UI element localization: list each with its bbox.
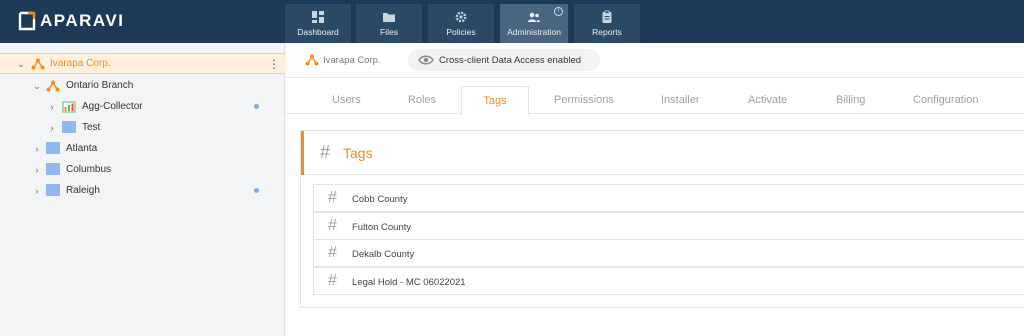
nav-label: Policies (446, 27, 476, 37)
tree-item-raleigh[interactable]: › Raleigh (0, 180, 285, 201)
tree-item-label: Raleigh (66, 185, 100, 196)
clipboard-icon (602, 10, 612, 23)
tag-name: Cobb County (352, 194, 408, 205)
chevron-down-icon[interactable]: ⌄ (16, 59, 26, 69)
eye-icon (418, 55, 434, 65)
kebab-icon[interactable]: ⋮ (268, 58, 280, 70)
cross-client-label: Cross-client Data Access enabled (439, 55, 582, 66)
tag-row[interactable]: # Fulton County (313, 212, 1024, 240)
hash-icon: # (328, 189, 337, 206)
tab-users[interactable]: Users (332, 94, 361, 106)
tree-item-label: Agg-Collector (82, 101, 143, 112)
status-dot (254, 104, 259, 109)
dashboard-icon (312, 11, 324, 23)
folder-icon (46, 163, 60, 175)
accent-bar (301, 131, 304, 175)
nav-label: Files (380, 27, 398, 37)
collector-icon (62, 101, 76, 112)
nav-files[interactable]: Files (356, 4, 422, 43)
tag-name: Dekalb County (352, 249, 415, 260)
hash-icon: # (328, 217, 337, 234)
client-header: Ivarapa Corp. Cross-client Data Access e… (286, 43, 1024, 78)
top-bar: APARAVI Dashboard Files Policies i Admin… (0, 0, 1024, 43)
tree-item-label: Ontario Branch (66, 80, 134, 91)
nav-label: Dashboard (297, 27, 339, 37)
tree-item-atlanta[interactable]: › Atlanta (0, 138, 285, 159)
tab-configuration[interactable]: Configuration (913, 94, 978, 106)
chevron-down-icon[interactable]: ⌄ (32, 81, 42, 91)
tag-name: Legal Hold - MC 06022021 (352, 277, 466, 288)
cross-client-access-badge[interactable]: Cross-client Data Access enabled (408, 49, 600, 71)
users-icon (528, 12, 540, 22)
tree-item-ivarapa-corp[interactable]: ⌄ Ivarapa Corp. ⋮ (0, 53, 285, 74)
aparavi-logo[interactable]: APARAVI (18, 10, 125, 32)
tag-row[interactable]: # Dekalb County (313, 239, 1024, 267)
tag-name: Fulton County (352, 222, 412, 233)
admin-tabs: Users Roles Tags Permissions Installer A… (286, 78, 1024, 115)
tab-tags[interactable]: Tags (461, 86, 529, 115)
gear-icon (455, 11, 467, 23)
tag-row[interactable]: # Cobb County (313, 184, 1024, 212)
tree-item-test[interactable]: › Test (0, 117, 285, 138)
tab-activate[interactable]: Activate (748, 94, 787, 106)
chevron-right-icon[interactable]: › (32, 165, 42, 175)
nav-label: Reports (592, 27, 622, 37)
nav-reports[interactable]: Reports (574, 4, 640, 43)
tags-panel-title: Tags (343, 145, 373, 161)
network-icon (31, 58, 45, 69)
nav-policies[interactable]: Policies (428, 4, 494, 43)
tree-item-label: Ivarapa Corp. (50, 58, 111, 69)
nav-label: Administration (507, 27, 561, 37)
tab-tags-label: Tags (483, 95, 507, 107)
client-tree-sidebar: ⌄ Ivarapa Corp. ⋮ ⌄ Ontario Branch › Agg… (0, 43, 285, 336)
logo-mark-icon (18, 11, 36, 31)
network-icon (305, 54, 319, 66)
hash-icon: # (328, 272, 337, 289)
main-content: Ivarapa Corp. Cross-client Data Access e… (286, 43, 1024, 336)
hash-icon: # (328, 244, 337, 261)
chevron-right-icon[interactable]: › (32, 186, 42, 196)
hash-icon: # (320, 142, 331, 162)
tab-roles[interactable]: Roles (408, 94, 436, 106)
tags-panel: # Tags # Cobb County # Fulton County # D… (300, 130, 1024, 308)
tab-installer[interactable]: Installer (661, 94, 700, 106)
tab-permissions[interactable]: Permissions (554, 94, 614, 106)
tree-item-label: Columbus (66, 164, 112, 175)
tree-item-label: Atlanta (66, 143, 98, 154)
network-icon (46, 80, 60, 91)
status-dot (254, 188, 259, 193)
tree-item-columbus[interactable]: › Columbus (0, 159, 285, 180)
folder-icon (62, 121, 76, 133)
nav-administration[interactable]: i Administration (500, 4, 568, 43)
client-name: Ivarapa Corp. (323, 55, 381, 66)
tree-item-ontario-branch[interactable]: ⌄ Ontario Branch (0, 75, 285, 96)
tab-billing[interactable]: Billing (836, 94, 865, 106)
nav-dashboard[interactable]: Dashboard (285, 4, 351, 43)
folder-icon (46, 142, 60, 154)
chevron-right-icon[interactable]: › (32, 144, 42, 154)
folder-icon (46, 184, 60, 196)
chevron-right-icon[interactable]: › (47, 123, 57, 133)
info-icon[interactable]: i (554, 7, 563, 16)
folder-icon (383, 13, 395, 22)
tree-item-agg-collector[interactable]: › Agg-Collector (0, 96, 285, 117)
tag-row[interactable]: # Legal Hold - MC 06022021 (313, 267, 1024, 295)
chevron-right-icon[interactable]: › (47, 102, 57, 112)
tags-panel-header: # Tags (301, 131, 1024, 175)
tree-item-label: Test (82, 122, 101, 133)
logo-text: APARAVI (40, 11, 125, 30)
